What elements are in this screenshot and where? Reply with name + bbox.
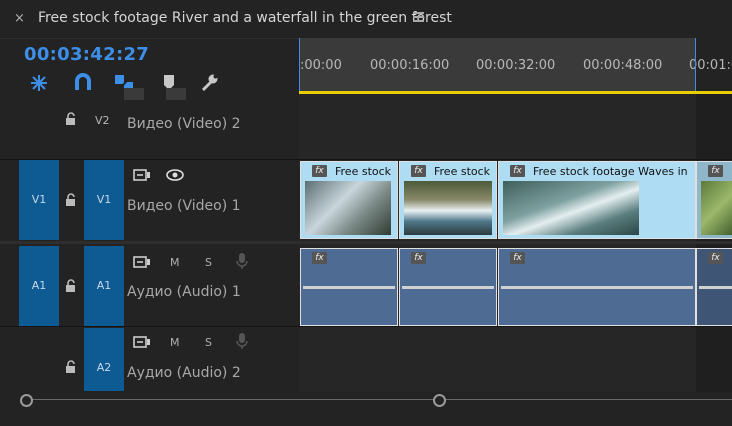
clip-label: Free stock footage Waves in a	[533, 165, 689, 178]
fx-badge[interactable]: fx	[510, 165, 525, 177]
ruler-tick-label: 00:00:16:00	[370, 58, 450, 73]
work-area-start-marker[interactable]	[299, 38, 300, 94]
track-name-a1: Аудио (Audio) 1	[127, 284, 241, 300]
toggle-sync-lock-icon[interactable]	[124, 88, 144, 100]
audio-channel-divider	[699, 286, 732, 289]
audio-clip[interactable]: fx	[498, 248, 696, 326]
lock-icon[interactable]	[64, 112, 78, 126]
mute-track-button[interactable]: M	[170, 256, 180, 269]
snap-icon[interactable]	[28, 72, 50, 94]
microphone-icon[interactable]	[236, 252, 248, 270]
track-label-v2[interactable]: V2	[95, 114, 110, 127]
clip-label: Free stock	[335, 165, 392, 178]
track-target-v1[interactable]: V1	[84, 160, 124, 240]
fx-badge[interactable]: fx	[708, 165, 723, 177]
clip-thumbnail	[404, 181, 492, 235]
microphone-icon[interactable]	[236, 332, 248, 350]
track-name-a2: Аудио (Audio) 2	[127, 365, 241, 381]
source-patch-a1[interactable]: A1	[19, 246, 59, 326]
track-target-a1[interactable]: A1	[84, 246, 124, 326]
lock-icon[interactable]	[64, 279, 78, 293]
track-divider	[0, 326, 732, 327]
audio-channel-divider	[303, 286, 395, 289]
video-clip[interactable]: fx	[696, 161, 732, 239]
scrollbar-start-handle[interactable]	[20, 394, 33, 407]
audio-clip[interactable]: fx	[696, 248, 732, 326]
scrollbar-track[interactable]	[24, 399, 732, 400]
video-clip[interactable]: fx Free stock footage Waves in a	[498, 161, 696, 239]
clip-label: Free stock	[434, 165, 491, 178]
fx-badge[interactable]: fx	[411, 165, 426, 177]
ruler-tick-label: 00:00:48:00	[583, 58, 663, 73]
lock-icon[interactable]	[64, 193, 78, 207]
magnet-link-icon[interactable]	[72, 72, 94, 94]
audio-channel-divider	[501, 286, 693, 289]
playhead-timecode[interactable]: 00:03:42:27	[24, 44, 149, 65]
audio-clip[interactable]: fx	[300, 248, 398, 326]
clip-thumbnail	[503, 181, 639, 235]
lock-icon[interactable]	[64, 360, 78, 374]
track-name-v2: Видео (Video) 2	[127, 116, 241, 132]
solo-track-button[interactable]: S	[205, 256, 212, 269]
fx-badge[interactable]: fx	[708, 252, 723, 264]
fx-badge[interactable]: fx	[312, 165, 327, 177]
fx-badge[interactable]: fx	[312, 252, 327, 264]
track-target-a2[interactable]: A2	[84, 328, 124, 391]
fx-badge[interactable]: fx	[510, 252, 525, 264]
audio-channel-divider	[402, 286, 494, 289]
fx-badge[interactable]: fx	[411, 252, 426, 264]
solo-track-button[interactable]: S	[205, 336, 212, 349]
film-sync-icon[interactable]	[133, 255, 151, 269]
panel-menu-icon[interactable]	[413, 12, 424, 24]
scrollbar-end-handle[interactable]	[433, 394, 446, 407]
playhead-marker[interactable]	[695, 38, 696, 94]
toggle-track-output-icon[interactable]	[166, 88, 186, 100]
timeline-zoom-scrollbar[interactable]	[0, 392, 732, 426]
source-patch-v1[interactable]: V1	[19, 160, 59, 240]
film-sync-icon[interactable]	[133, 168, 151, 182]
track-name-v1: Видео (Video) 1	[127, 198, 241, 214]
audio-clip[interactable]: fx	[399, 248, 497, 326]
ruler-tick-label: 00:00:32:00	[476, 58, 556, 73]
eye-icon[interactable]	[166, 168, 184, 182]
clip-thumbnail	[305, 181, 391, 235]
clip-thumbnail	[701, 181, 732, 235]
wrench-icon[interactable]	[199, 72, 221, 94]
close-tab-button[interactable]: ×	[14, 11, 25, 26]
ruler-tick-label: :00:00	[300, 58, 342, 73]
video-clip[interactable]: fx Free stock	[300, 161, 398, 239]
video-audio-divider[interactable]	[0, 241, 732, 244]
mute-track-button[interactable]: M	[170, 336, 180, 349]
film-sync-icon[interactable]	[133, 335, 151, 349]
video-clip[interactable]: fx Free stock	[399, 161, 497, 239]
sequence-tab-title[interactable]: Free stock footage River and a waterfall…	[38, 10, 452, 26]
